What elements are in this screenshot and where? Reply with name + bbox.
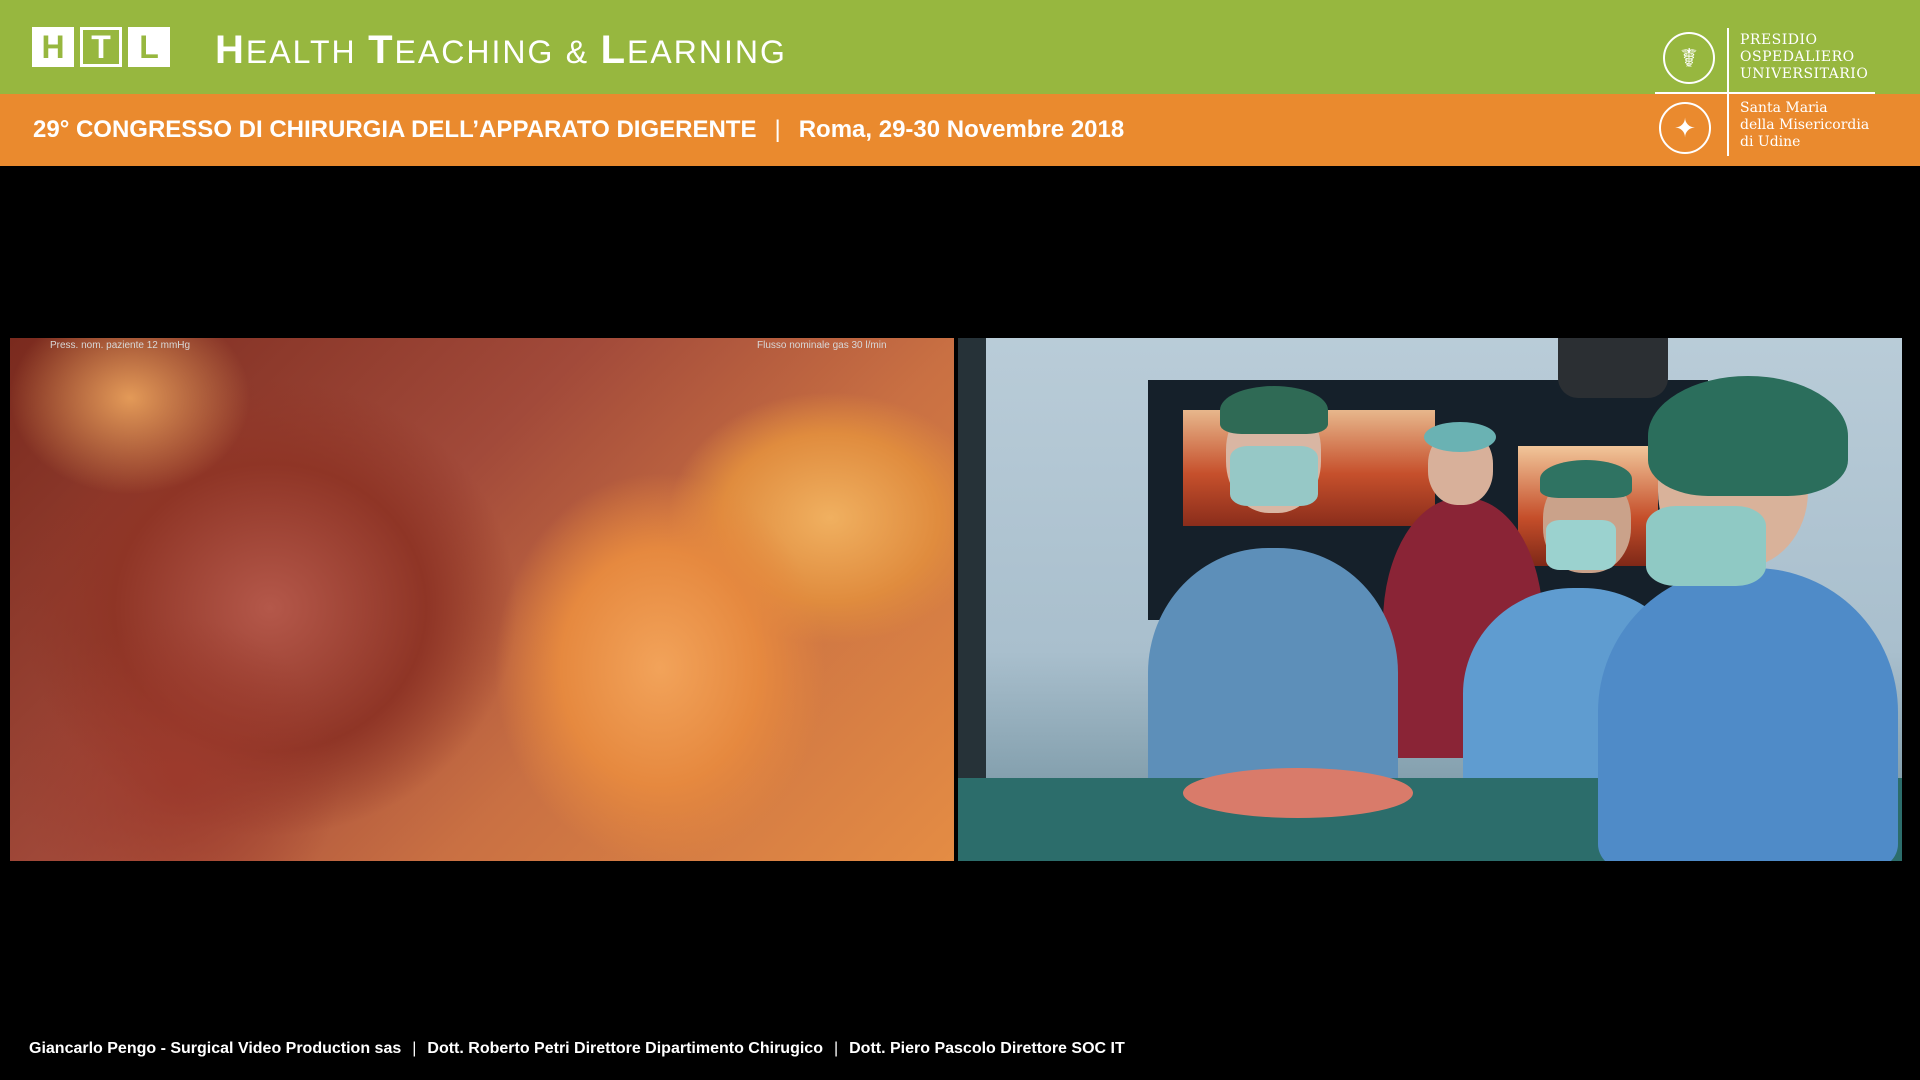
operating-room-image [958, 338, 1902, 861]
laparoscopic-video-panel: Press. nom. paziente 12 mmHg Flusso nomi… [10, 338, 954, 861]
surgeon-left-cap [1220, 386, 1328, 434]
surgeon-middle-cap [1540, 460, 1632, 498]
credit-production: Giancarlo Pengo - Surgical Video Product… [29, 1040, 402, 1057]
credit-separator: | [833, 1040, 839, 1057]
surgeon-left-mask [1230, 446, 1318, 506]
hospital-divider-horizontal [1655, 92, 1875, 94]
surgeon-middle-mask [1546, 520, 1616, 570]
brand-word-earning: EARNING [627, 34, 787, 70]
credit-department-director: Dott. Roberto Petri Direttore Dipartimen… [427, 1040, 823, 1057]
brand-cap-l: L [600, 28, 628, 72]
gas-flow-overlay: Flusso nominale gas 30 l/min [757, 340, 887, 351]
brand-word-ealth: EALTH [245, 34, 357, 70]
brand-cap-t: T [368, 28, 395, 72]
operating-room-video-panel [958, 338, 1902, 861]
surgeon-right-mask [1646, 506, 1766, 586]
conference-location-date: Roma, 29-30 Novembre 2018 [798, 116, 1125, 143]
hospital-name-bottom: Santa Maria della Misericordia di Udine [1740, 100, 1870, 150]
surgeon-right-body [1598, 568, 1898, 861]
conference-line: 29° CONGRESSO DI CHIRURGIA DELL’APPARATO… [33, 116, 1124, 144]
logo-letter-h: H [32, 27, 74, 67]
brand-word-eaching: EACHING [394, 34, 555, 70]
patient-abdomen [1183, 768, 1413, 818]
logo-letter-l: L [128, 27, 170, 67]
brand-title: HEALTH TEACHING & LEARNING [215, 28, 787, 73]
conference-bar: 29° CONGRESSO DI CHIRURGIA DELL’APPARATO… [0, 94, 1920, 166]
top-banner: H T L HEALTH TEACHING & LEARNING [0, 0, 1920, 94]
footer-credits: Giancarlo Pengo - Surgical Video Product… [29, 1040, 1125, 1058]
laparoscopic-image [10, 338, 954, 861]
surgeon-right-cap [1648, 376, 1848, 496]
surgeon-back-cap [1424, 422, 1496, 452]
brand-cap-h: H [215, 28, 246, 72]
seal-eagle-icon: ✦ [1659, 102, 1711, 154]
htl-logo: H T L [32, 27, 170, 67]
hospital-emblem-icon: ☤ [1663, 32, 1715, 84]
credit-separator: | [412, 1040, 417, 1057]
conference-title: 29° CONGRESSO DI CHIRURGIA DELL’APPARATO… [33, 116, 757, 143]
or-ceiling-arm [1558, 338, 1668, 398]
hospital-logo-block: ☤ ✦ PRESIDIO OSPEDALIERO UNIVERSITARIO S… [1655, 22, 1895, 162]
hospital-name-top: PRESIDIO OSPEDALIERO UNIVERSITARIO [1740, 32, 1869, 82]
pressure-overlay: Press. nom. paziente 12 mmHg [50, 340, 191, 351]
conference-separator: | [774, 116, 781, 143]
brand-ampersand: & [565, 34, 590, 70]
logo-letter-t: T [80, 27, 122, 67]
credit-it-director: Dott. Piero Pascolo Direttore SOC IT [849, 1040, 1125, 1057]
